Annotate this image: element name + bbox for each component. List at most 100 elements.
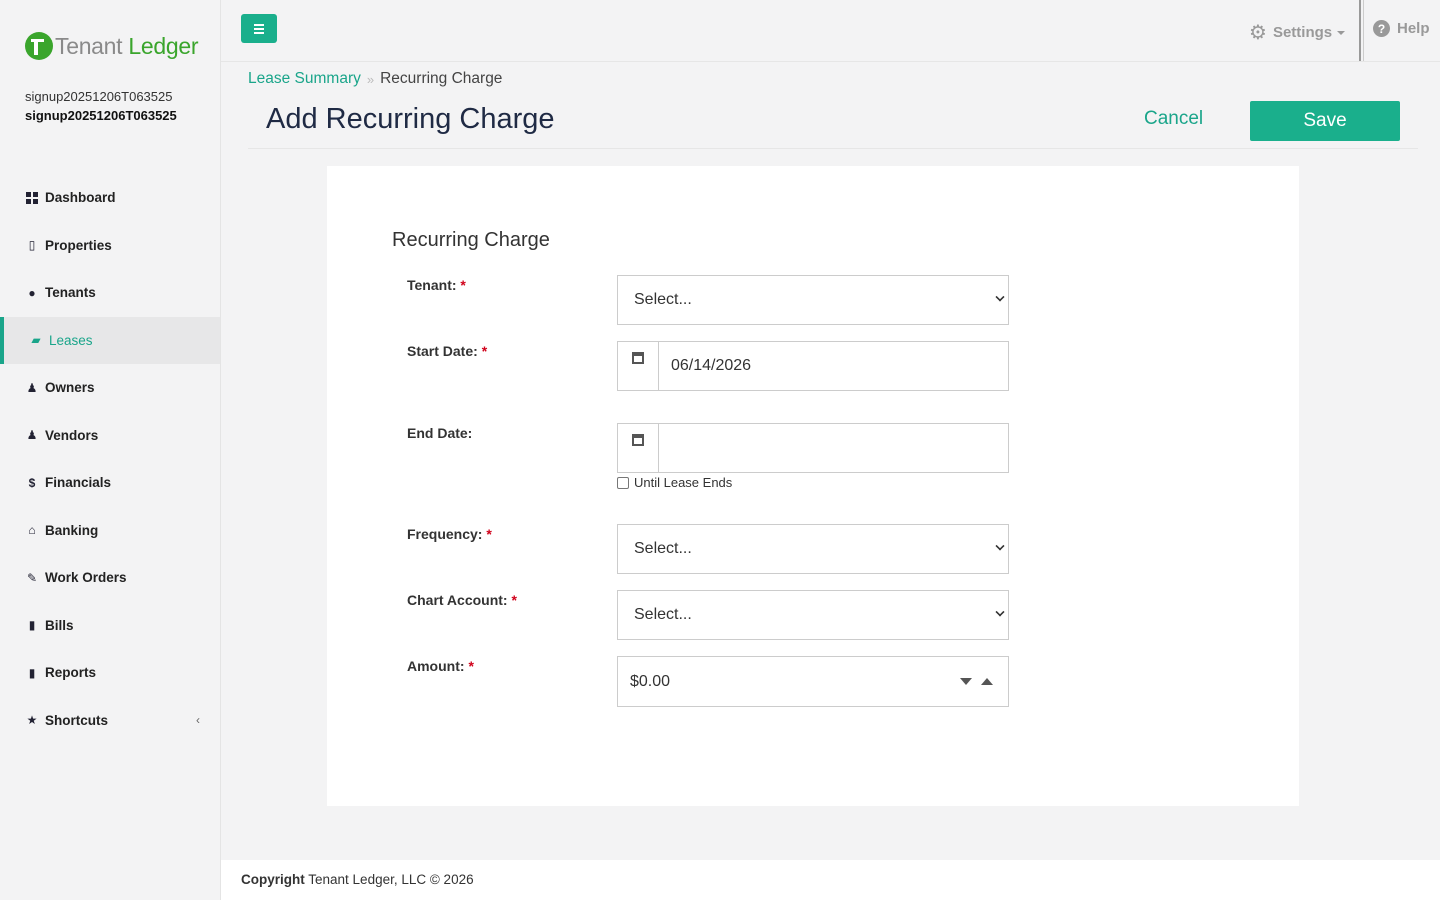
sidebar-item-tenants[interactable]: ● Tenants: [0, 269, 220, 317]
frequency-label: Frequency: *: [407, 526, 492, 542]
start-date-label: Start Date: *: [407, 343, 488, 359]
help-link[interactable]: ? Help: [1373, 20, 1430, 37]
page-title: Add Recurring Charge: [266, 103, 555, 135]
sidebar-toggle-button[interactable]: [241, 14, 277, 43]
until-lease-ends-checkbox[interactable]: [617, 476, 629, 489]
breadcrumb: Lease Summary » Recurring Charge: [248, 70, 502, 88]
sidebar-item-label: Dashboard: [45, 190, 116, 206]
calendar-icon: [632, 434, 644, 446]
sidebar-item-label: Bills: [45, 617, 74, 633]
sidebar-item-shortcuts[interactable]: ★ Shortcuts ‹: [0, 697, 220, 745]
app-logo[interactable]: Tenant Ledger: [25, 32, 198, 60]
bank-icon: ⌂: [28, 523, 36, 538]
logo-text-tenant: Tenant: [55, 32, 123, 59]
sidebar-item-reports[interactable]: ▮ Reports: [0, 649, 220, 697]
question-circle-icon: ?: [1373, 20, 1390, 37]
sidebar: Tenant Ledger signup20251206T063525 sign…: [0, 0, 221, 900]
users-icon: ♟: [26, 380, 38, 395]
logo-text-ledger: Ledger: [128, 32, 199, 59]
amount-label: Amount: *: [407, 658, 474, 674]
until-lease-ends-label[interactable]: Until Lease Ends: [634, 475, 732, 490]
building-icon: ▯: [28, 238, 36, 253]
tenant-select-value: Select...: [634, 291, 692, 308]
sidebar-item-label: Vendors: [45, 427, 99, 443]
sidebar-item-bills[interactable]: ▮ Bills: [0, 602, 220, 650]
sidebar-item-label: Shortcuts: [45, 712, 109, 728]
sidebar-item-financials[interactable]: $ Financials: [0, 459, 220, 507]
sidebar-item-label: Financials: [45, 475, 112, 491]
footer-copyright-label: Copyright: [241, 872, 305, 887]
cancel-button[interactable]: Cancel: [1144, 108, 1203, 130]
end-date-label: End Date:: [407, 425, 473, 441]
until-lease-ends-row: Until Lease Ends: [617, 475, 732, 490]
sidebar-item-label: Properties: [45, 237, 112, 253]
breadcrumb-link-lease-summary[interactable]: Lease Summary: [248, 70, 361, 88]
user-name: signup20251206T063525: [25, 108, 177, 123]
end-date-field: [617, 423, 1009, 473]
users-icon: ♟: [26, 428, 38, 443]
amount-decrement-icon[interactable]: [960, 678, 972, 685]
help-label: Help: [1397, 20, 1430, 37]
required-marker: *: [481, 343, 488, 359]
required-marker: *: [468, 658, 474, 674]
footer-copyright-text: Tenant Ledger, LLC © 2026: [308, 872, 474, 887]
start-date-calendar-button[interactable]: [618, 342, 659, 390]
settings-label: Settings: [1272, 24, 1333, 41]
user-icon: ●: [28, 285, 36, 300]
chart-account-select[interactable]: Select...: [617, 590, 1009, 640]
sidebar-item-dashboard[interactable]: Dashboard: [0, 174, 220, 222]
file-icon: ▮: [28, 618, 36, 633]
sidebar-item-properties[interactable]: ▯ Properties: [0, 222, 220, 270]
settings-menu[interactable]: ⚙ Settings: [1249, 20, 1346, 45]
required-marker: *: [486, 526, 492, 542]
tenant-label: Tenant: *: [407, 277, 466, 293]
chevron-down-icon: [995, 541, 1005, 551]
dashboard-icon: [25, 191, 39, 205]
chevron-left-icon: ‹: [196, 713, 200, 728]
sidebar-item-label: Banking: [45, 522, 99, 538]
sidebar-item-label: Reports: [45, 665, 97, 681]
amount-input[interactable]: $0.00: [617, 656, 1009, 707]
chart-account-select-value: Select...: [634, 606, 692, 623]
hamburger-icon: [254, 23, 264, 26]
section-title: Recurring Charge: [392, 229, 550, 251]
caret-down-icon: [1337, 30, 1346, 35]
tenant-select[interactable]: Select...: [617, 275, 1009, 325]
frequency-select-value: Select...: [634, 540, 692, 557]
sidebar-item-label: Tenants: [45, 285, 96, 301]
sidebar-item-work-orders[interactable]: ✎ Work Orders: [0, 554, 220, 602]
topbar-divider-line: [221, 61, 1440, 62]
header-divider: [248, 148, 1418, 149]
account-name: signup20251206T063525: [25, 89, 173, 104]
sidebar-nav: Dashboard ▯ Properties ● Tenants ▰ Lease…: [0, 174, 220, 744]
sidebar-item-banking[interactable]: ⌂ Banking: [0, 507, 220, 555]
start-date-input[interactable]: 06/14/2026: [659, 342, 1008, 390]
chevron-down-icon: [995, 607, 1005, 617]
end-date-calendar-button[interactable]: [618, 424, 659, 472]
topbar-divider: [1359, 0, 1364, 61]
chevron-double-right-icon: »: [366, 71, 375, 87]
sidebar-item-label: Leases: [49, 332, 93, 348]
logo-text: Tenant Ledger: [55, 33, 198, 60]
save-button[interactable]: Save: [1250, 101, 1400, 141]
dollar-icon: $: [28, 475, 36, 490]
amount-value: $0.00: [630, 672, 671, 690]
required-marker: *: [511, 592, 517, 608]
frequency-select[interactable]: Select...: [617, 524, 1009, 574]
recurring-charge-form: Recurring Charge Tenant: * Select... Sta…: [327, 166, 1299, 806]
sidebar-item-vendors[interactable]: ♟ Vendors: [0, 412, 220, 460]
start-date-field: 06/14/2026: [617, 341, 1009, 391]
footer: Copyright Tenant Ledger, LLC © 2026: [221, 860, 1440, 900]
chart-account-label: Chart Account: *: [407, 592, 517, 608]
end-date-input[interactable]: [659, 424, 1008, 472]
edit-icon: ✎: [26, 570, 38, 585]
required-marker: *: [460, 277, 466, 293]
amount-increment-icon[interactable]: [981, 678, 993, 685]
gear-icon: ⚙: [1249, 22, 1267, 44]
sidebar-item-label: Work Orders: [45, 570, 127, 586]
star-icon: ★: [26, 713, 38, 728]
sidebar-item-leases[interactable]: ▰ Leases: [0, 316, 220, 364]
file-icon: ▮: [28, 665, 36, 680]
sidebar-item-owners[interactable]: ♟ Owners: [0, 364, 220, 412]
sidebar-item-label: Owners: [45, 380, 95, 396]
